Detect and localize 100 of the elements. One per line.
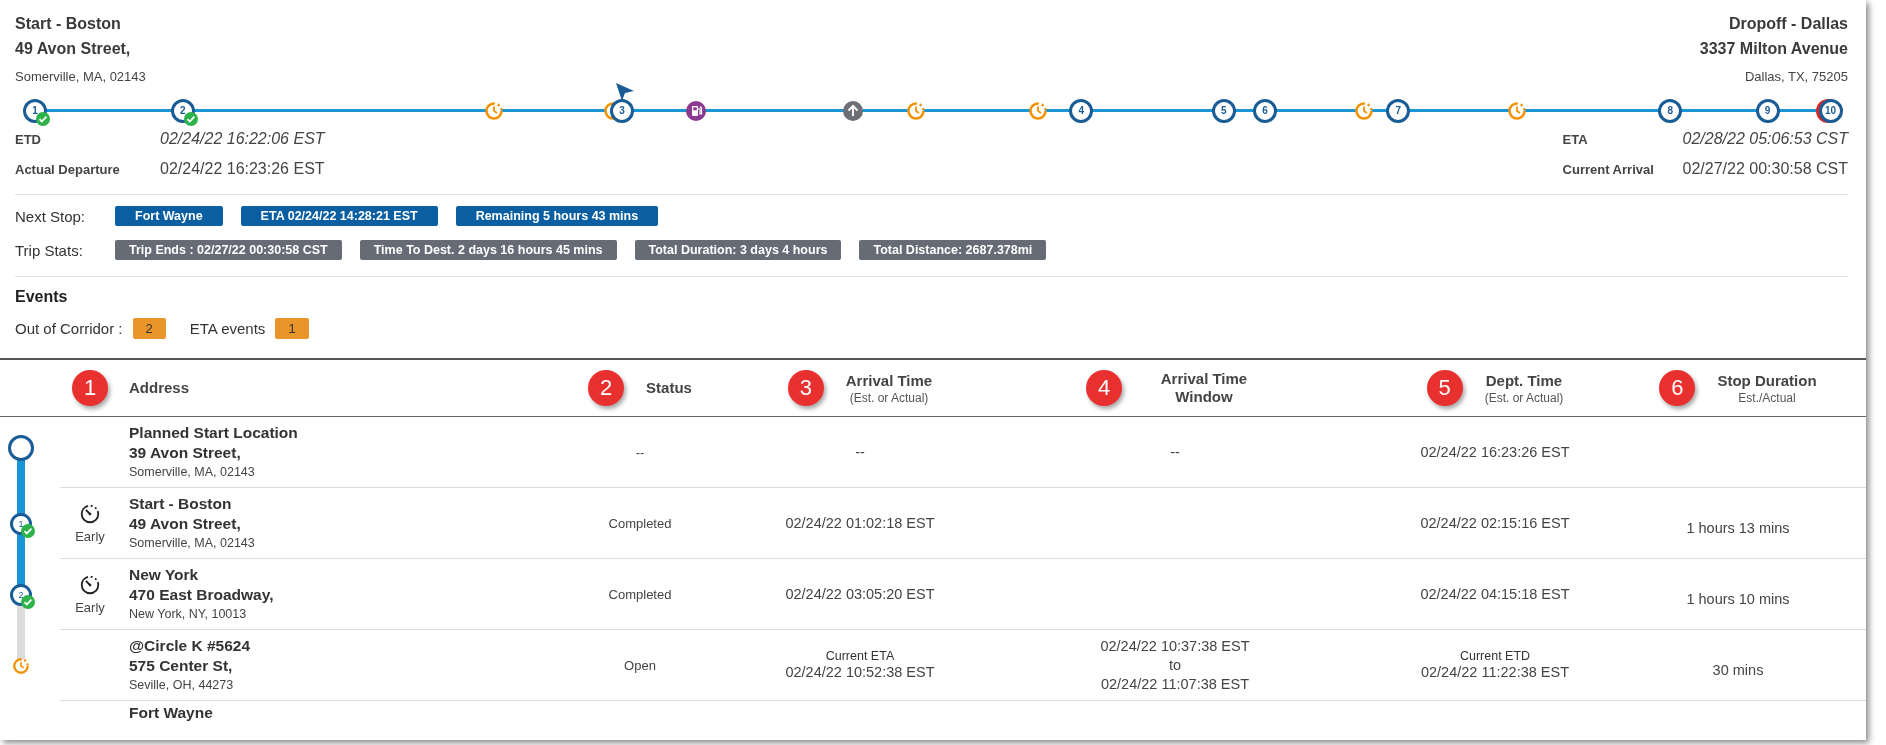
status-text: Open bbox=[624, 657, 656, 673]
clock-icon[interactable] bbox=[1028, 100, 1049, 121]
events-heading: Events bbox=[15, 288, 69, 306]
clock-icon[interactable] bbox=[905, 100, 926, 121]
column-subheader: (Est. or Actual) bbox=[1484, 390, 1564, 405]
departure-time: 02/24/22 02:15:16 EST bbox=[1420, 513, 1570, 533]
departure-time: 02/24/22 16:23:26 EST bbox=[1420, 442, 1570, 462]
vehicle-pointer-icon bbox=[614, 82, 635, 102]
stop-duration: 1 hours 13 mins bbox=[1686, 518, 1790, 538]
event-label: ETA events bbox=[189, 319, 266, 337]
time-label: Actual Departure bbox=[15, 162, 121, 177]
trip-stat-badge: Total Distance: 2687.378mi bbox=[859, 240, 1047, 260]
stop-name: Planned Start Location bbox=[129, 422, 299, 443]
status-text: Completed bbox=[608, 515, 672, 531]
time-label: ETD bbox=[15, 132, 42, 147]
event-count: 1 bbox=[275, 317, 309, 339]
stop-name: Start - Boston bbox=[129, 493, 233, 514]
stop-marker[interactable]: 1 bbox=[23, 98, 47, 123]
event-label: Out of Corridor : bbox=[15, 319, 123, 337]
event-count: 2 bbox=[132, 317, 166, 339]
stop-marker[interactable]: 2 bbox=[170, 98, 195, 123]
stop-name: New York bbox=[129, 564, 200, 585]
stop-name: Fort Wayne bbox=[129, 703, 214, 723]
stop-marker: 2 bbox=[10, 583, 32, 606]
stop-marker[interactable]: 3 bbox=[610, 98, 635, 123]
stop-city: Somerville, MA, 02143 bbox=[129, 463, 256, 481]
clock-icon bbox=[12, 656, 30, 675]
timing-label: Early bbox=[75, 599, 105, 615]
destination-city: Dallas, TX, 75205 bbox=[1744, 68, 1848, 86]
time-window-text: to bbox=[1168, 655, 1182, 675]
origin-title: Start - Boston bbox=[15, 14, 122, 34]
stop-duration: 30 mins bbox=[1712, 660, 1764, 680]
column-subheader: (Est. or Actual) bbox=[848, 390, 930, 405]
column-header[interactable]: Status bbox=[646, 379, 692, 397]
time-value: 02/24/22 16:23:26 EST bbox=[160, 160, 325, 178]
check-icon bbox=[21, 523, 35, 538]
column-subheader: Est./Actual bbox=[1737, 390, 1797, 405]
annotation-marker: 1 bbox=[72, 370, 108, 406]
column-header[interactable]: Stop Duration bbox=[1717, 371, 1817, 390]
annotation-marker: 2 bbox=[588, 370, 625, 406]
stop-street: 470 East Broadway, bbox=[129, 584, 275, 605]
clock-icon[interactable] bbox=[1507, 100, 1528, 121]
column-header[interactable]: Arrival Time bbox=[845, 371, 933, 390]
annotation-marker: 6 bbox=[1659, 370, 1696, 406]
origin-city: Somerville, MA, 02143 bbox=[15, 68, 146, 86]
clock-icon[interactable] bbox=[1354, 100, 1375, 121]
stop-street: 49 Avon Street, bbox=[129, 513, 242, 534]
annotation-marker: 4 bbox=[1086, 370, 1122, 406]
clock-icon[interactable] bbox=[484, 100, 505, 121]
check-icon bbox=[36, 111, 50, 126]
time-window-text: 02/24/22 11:07:38 EST bbox=[1100, 674, 1250, 694]
check-icon bbox=[21, 594, 35, 609]
stop-city: Seville, OH, 44273 bbox=[129, 676, 235, 694]
trip-stat-badge: Time To Dest. 2 days 16 hours 45 mins bbox=[359, 240, 617, 260]
column-header[interactable]: Arrival Time Window bbox=[1144, 370, 1264, 406]
trip-stats-label: Trip Stats: bbox=[15, 241, 84, 259]
stop-city: New York, NY, 10013 bbox=[129, 605, 248, 623]
departure-time: 02/24/22 11:22:38 EST bbox=[1420, 662, 1570, 682]
stop-duration: 1 hours 10 mins bbox=[1686, 589, 1790, 609]
next-stop-badge: Remaining 5 hours 43 mins bbox=[455, 206, 659, 226]
trip-stat-badge: Total Duration: 3 days 4 hours bbox=[634, 240, 842, 260]
stop-street: 575 Center St, bbox=[129, 655, 234, 676]
column-header[interactable]: Address bbox=[129, 379, 190, 397]
stop-marker: 1 bbox=[10, 512, 32, 535]
stop-marker[interactable]: 7 bbox=[1386, 98, 1411, 123]
next-stop-badge: Fort Wayne bbox=[115, 206, 223, 226]
stop-marker[interactable]: 6 bbox=[1253, 98, 1278, 123]
arrival-time: 02/24/22 10:52:38 EST bbox=[785, 662, 935, 682]
stop-marker[interactable]: 9 bbox=[1755, 98, 1780, 123]
annotation-marker: 5 bbox=[1426, 370, 1463, 406]
origin-street: 49 Avon Street, bbox=[15, 39, 132, 59]
next-stop-label: Next Stop: bbox=[15, 207, 87, 225]
stop-marker[interactable]: 10 bbox=[1818, 98, 1843, 123]
stop-name: @Circle K #5624 bbox=[129, 635, 252, 656]
time-value: 02/24/22 16:22:06 EST bbox=[160, 130, 325, 148]
time-note: Current ETA bbox=[825, 648, 895, 663]
time-value: 02/27/22 00:30:58 CST bbox=[1682, 160, 1848, 178]
stop-marker[interactable]: 8 bbox=[1658, 98, 1683, 123]
next-stop-badge: ETA 02/24/22 14:28:21 EST bbox=[240, 206, 438, 226]
stop-marker[interactable]: 5 bbox=[1211, 98, 1236, 123]
timing-label: Early bbox=[75, 528, 105, 544]
start-marker bbox=[8, 434, 34, 461]
destination-street: 3337 Milton Avenue bbox=[1699, 39, 1848, 59]
trip-stat-badge: Trip Ends : 02/27/22 00:30:58 CST bbox=[115, 240, 342, 260]
time-label: ETA bbox=[1562, 132, 1589, 147]
time-value: 02/28/22 05:06:53 CST bbox=[1682, 130, 1848, 148]
stop-street: 39 Avon Street, bbox=[129, 442, 242, 463]
destination-title: Dropoff - Dallas bbox=[1728, 14, 1848, 34]
arrival-time: 02/24/22 03:05:20 EST bbox=[785, 584, 935, 604]
time-window-text: 02/24/22 10:37:38 EST bbox=[1100, 636, 1250, 656]
fuel-pump-icon[interactable] bbox=[685, 100, 706, 121]
status-text: -- bbox=[635, 444, 645, 460]
column-header[interactable]: Dept. Time bbox=[1484, 371, 1564, 390]
annotation-marker: 3 bbox=[787, 370, 824, 406]
timer-icon bbox=[79, 502, 101, 525]
departure-time: 02/24/22 04:15:18 EST bbox=[1420, 584, 1570, 604]
timer-icon bbox=[79, 573, 101, 596]
stop-marker[interactable]: 4 bbox=[1069, 98, 1094, 123]
arrival-time: -- bbox=[855, 442, 865, 462]
time-label: Current Arrival bbox=[1562, 162, 1655, 177]
